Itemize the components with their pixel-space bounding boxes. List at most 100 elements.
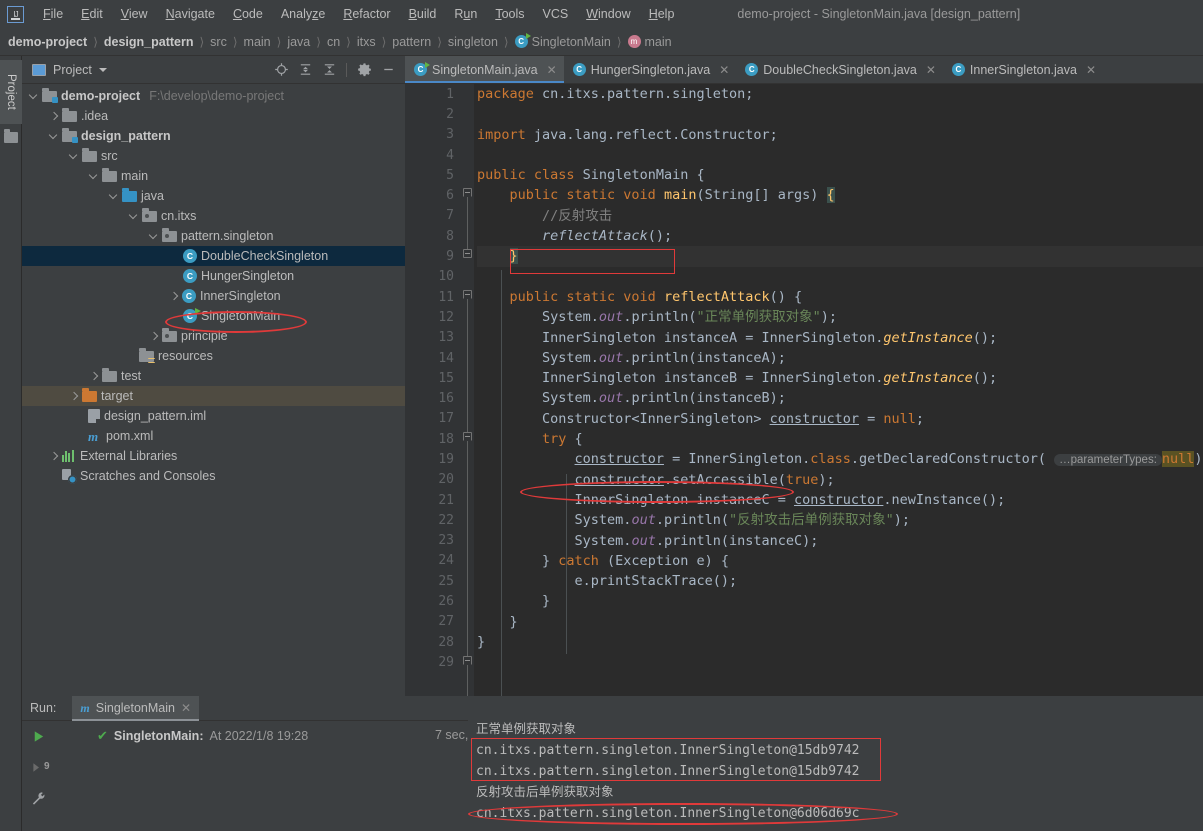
breadcrumb-item-itxs[interactable]: itxs	[357, 35, 376, 49]
tab-singletonmain-java[interactable]: SingletonMain.java ✕	[405, 56, 564, 83]
tree-item-label: External Libraries	[80, 449, 178, 463]
fold-marker-icon[interactable]	[463, 290, 472, 299]
project-tree[interactable]: demo-project F:\develop\demo-project .id…	[22, 84, 405, 696]
console-output[interactable]: 正常单例获取对象 cn.itxs.pattern.singleton.Inner…	[468, 719, 1203, 831]
chevron-right-icon[interactable]	[168, 291, 179, 302]
fold-marker-icon[interactable]	[463, 432, 472, 441]
breadcrumb-item-main[interactable]: main	[244, 35, 271, 49]
tab-hungersingleton-java[interactable]: HungerSingleton.java ✕	[564, 56, 737, 83]
tree-row-innersingleton[interactable]: InnerSingleton	[22, 286, 405, 306]
wrench-icon[interactable]	[31, 791, 46, 811]
tree-row[interactable]: design_pattern.iml	[22, 406, 405, 426]
chevron-right-icon[interactable]	[148, 331, 159, 342]
tree-row[interactable]: .idea	[22, 106, 405, 126]
chevron-right-icon[interactable]	[48, 111, 59, 122]
close-icon[interactable]: ✕	[926, 63, 936, 77]
folder-icon	[102, 168, 117, 182]
chevron-down-icon[interactable]	[128, 211, 139, 222]
chevron-right-icon[interactable]	[48, 451, 59, 462]
tree-row[interactable]: src	[22, 146, 405, 166]
tree-row[interactable]: design_pattern	[22, 126, 405, 146]
chevron-down-icon[interactable]	[148, 231, 159, 242]
tree-row-singletonmain[interactable]: SingletonMain	[22, 306, 405, 326]
breadcrumb-item-cn[interactable]: cn	[327, 35, 340, 49]
breadcrumb-item-design-pattern[interactable]: design_pattern	[104, 35, 194, 49]
breadcrumb-item-demo-project[interactable]: demo-project	[8, 35, 87, 49]
close-icon[interactable]: ✕	[181, 701, 191, 715]
collapse-all-icon[interactable]	[318, 59, 340, 81]
menu-file[interactable]: File	[34, 5, 72, 23]
tree-row-hungersingleton[interactable]: HungerSingleton	[22, 266, 405, 286]
tree-row[interactable]: External Libraries	[22, 446, 405, 466]
rerun-failed-icon[interactable]: 9	[31, 760, 50, 780]
menu-view[interactable]: View	[112, 5, 157, 23]
close-icon[interactable]: ✕	[547, 63, 557, 77]
menu-refactor[interactable]: Refactor	[334, 5, 399, 23]
menu-navigate-label: avigate	[174, 7, 215, 21]
tab-doublechecksingleton-java[interactable]: DoubleCheckSingleton.java ✕	[736, 56, 943, 83]
chevron-down-icon[interactable]	[28, 91, 39, 102]
tree-row[interactable]: java	[22, 186, 405, 206]
gear-icon[interactable]	[353, 59, 375, 81]
run-tab-singletonmain[interactable]: m SingletonMain ✕	[72, 695, 200, 721]
breadcrumb-item-singleton[interactable]: singleton	[448, 35, 498, 49]
tree-row[interactable]: demo-project F:\develop\demo-project	[22, 86, 405, 106]
breadcrumb-item-pattern[interactable]: pattern	[392, 35, 431, 49]
chevron-down-icon[interactable]	[98, 67, 107, 72]
tree-row[interactable]: pattern.singleton	[22, 226, 405, 246]
chevron-down-icon[interactable]	[68, 151, 79, 162]
chevron-right-icon[interactable]	[68, 391, 79, 402]
rail-tab-project[interactable]: Project	[0, 60, 22, 124]
tree-row[interactable]: Scratches and Consoles	[22, 466, 405, 486]
menu-edit[interactable]: Edit	[72, 5, 112, 23]
minimize-icon[interactable]	[377, 59, 399, 81]
tree-row[interactable]: main	[22, 166, 405, 186]
fold-marker-icon[interactable]	[463, 249, 472, 258]
fold-marker-icon[interactable]	[463, 656, 472, 665]
code-editor[interactable]: 1 2 3 4 5 6 7 8 9 10 11 12 13 14 15 16 1…	[405, 84, 1203, 696]
tree-row[interactable]: m pom.xml	[22, 426, 405, 446]
chevron-right-icon[interactable]	[88, 371, 99, 382]
menu-navigate[interactable]: Navigate	[157, 5, 224, 23]
tree-row-target[interactable]: target	[22, 386, 405, 406]
tree-row[interactable]: test	[22, 366, 405, 386]
breadcrumb-sep-icon: ⟩	[503, 34, 509, 49]
left-tool-rail: Project	[0, 56, 22, 831]
menu-run[interactable]: Run	[445, 5, 486, 23]
rerun-icon[interactable]	[31, 729, 46, 749]
code-text[interactable]: package cn.itxs.pattern.singleton; impor…	[474, 84, 1203, 696]
close-icon[interactable]: ✕	[719, 63, 729, 77]
fold-marker-icon[interactable]	[463, 188, 472, 197]
run-console[interactable]: ✔ SingletonMain: At 2022/1/8 19:28 7 sec…	[55, 719, 1203, 831]
menu-help[interactable]: Help	[640, 5, 684, 23]
class-icon	[745, 63, 759, 76]
code-folding-gutter[interactable]	[461, 84, 474, 696]
tree-row[interactable]: cn.itxs	[22, 206, 405, 226]
menu-build[interactable]: Build	[400, 5, 446, 23]
chevron-down-icon[interactable]	[108, 191, 119, 202]
menu-code[interactable]: Code	[224, 5, 272, 23]
structure-folder-icon[interactable]	[4, 129, 18, 143]
menu-build-label: uild	[416, 7, 437, 21]
chevron-down-icon[interactable]	[88, 171, 99, 182]
menu-vcs[interactable]: VCS	[534, 5, 578, 23]
menu-tools[interactable]: Tools	[486, 5, 533, 23]
breadcrumb-item-src[interactable]: src	[210, 35, 227, 49]
close-icon[interactable]: ✕	[1086, 63, 1096, 77]
tree-row[interactable]: resources	[22, 346, 405, 366]
breadcrumb-item-java[interactable]: java	[287, 35, 310, 49]
menu-analyze[interactable]: Analyze	[272, 5, 334, 23]
tab-innersingleton-java[interactable]: InnerSingleton.java ✕	[943, 56, 1103, 83]
menu-window[interactable]: Window	[577, 5, 639, 23]
class-icon	[572, 63, 586, 76]
chevron-down-icon[interactable]	[48, 131, 59, 142]
expand-all-icon[interactable]	[294, 59, 316, 81]
locate-icon[interactable]	[270, 59, 292, 81]
tree-row-doublechecksingleton[interactable]: DoubleCheckSingleton	[22, 246, 405, 266]
breadcrumb-item-main-method[interactable]: main	[627, 35, 672, 49]
breadcrumb-item-singletonmain[interactable]: SingletonMain	[514, 33, 611, 49]
tree-row[interactable]: principle	[22, 326, 405, 346]
line-number: 15	[438, 370, 454, 386]
